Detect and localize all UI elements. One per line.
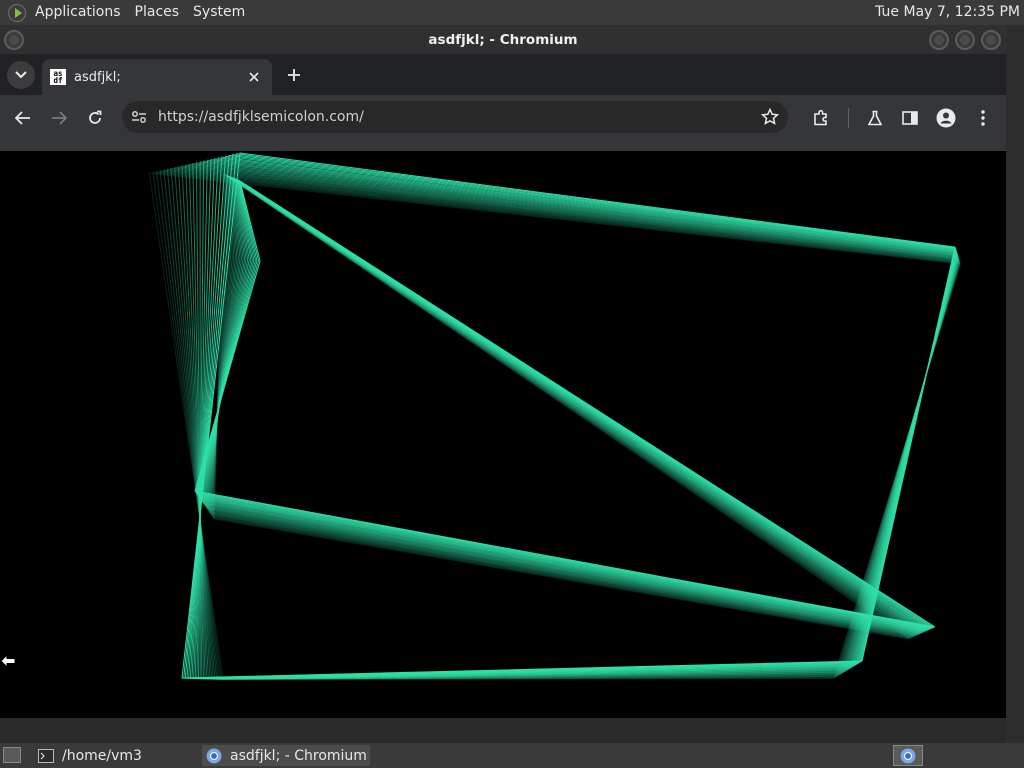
close-icon — [249, 72, 259, 82]
line-art-trail — [184, 154, 957, 679]
flask-icon — [867, 110, 883, 126]
toolbar-separator — [848, 108, 849, 128]
gnome-foot-icon[interactable] — [8, 3, 26, 22]
menu-places[interactable]: Places — [128, 0, 187, 25]
tab-title: asdfjkl; — [74, 69, 121, 85]
terminal-icon — [38, 748, 54, 763]
line-art-canvas[interactable] — [0, 151, 1006, 718]
side-panel-icon — [902, 111, 918, 125]
line-art-trail — [186, 154, 957, 679]
minimize-button[interactable] — [929, 30, 949, 50]
chrome-menu-button[interactable] — [971, 106, 995, 130]
line-art-trail — [183, 153, 956, 679]
chrome-labs-button[interactable] — [863, 106, 887, 130]
maximize-button[interactable] — [955, 30, 975, 50]
window-menu-button[interactable] — [4, 30, 24, 50]
taskbar-item-chromium[interactable]: asdfjkl; - Chromium — [202, 745, 370, 766]
taskbar-item-label: asdfjkl; - Chromium — [230, 747, 367, 764]
menu-system[interactable]: System — [186, 0, 252, 25]
extensions-button[interactable] — [809, 106, 833, 130]
browser-toolbar: https://asdfjklsemicolon.com/ — [0, 95, 1006, 141]
chromium-icon — [900, 748, 916, 763]
arrow-right-icon — [52, 111, 67, 125]
chromium-icon — [206, 748, 222, 763]
plus-icon — [288, 69, 300, 81]
new-tab-button[interactable] — [282, 63, 306, 87]
url-text[interactable]: https://asdfjklsemicolon.com/ — [158, 109, 364, 125]
show-desktop-icon[interactable] — [3, 747, 21, 763]
close-window-button[interactable] — [981, 30, 1001, 50]
clock[interactable]: Tue May 7, 12:35 PM — [875, 0, 1020, 25]
side-panel-button[interactable] — [898, 106, 922, 130]
taskbar-item-terminal[interactable]: /home/vm3 — [38, 745, 198, 766]
forward-button[interactable] — [47, 106, 71, 130]
bookmark-star-icon[interactable] — [761, 108, 779, 126]
arrow-left-icon — [15, 111, 30, 125]
tab-asdfjkl[interactable]: as df asdfjkl; — [42, 59, 272, 95]
window-titlebar[interactable]: asdfjkl; - Chromium — [0, 25, 1006, 55]
avatar-icon — [936, 108, 956, 128]
line-art-trail — [181, 152, 956, 679]
tab-close-button[interactable] — [244, 67, 264, 87]
tab-strip: as df asdfjkl; — [0, 55, 1006, 95]
line-art-trail — [188, 155, 957, 679]
reload-button[interactable] — [83, 106, 107, 130]
site-favicon-icon: as df — [50, 69, 66, 85]
page-content[interactable] — [0, 151, 1006, 718]
reload-icon — [89, 110, 102, 124]
mouse-cursor-arrow-icon — [0, 653, 16, 670]
window-title: asdfjkl; - Chromium — [428, 31, 578, 48]
tab-search-button[interactable] — [7, 61, 35, 89]
kebab-menu-icon — [981, 110, 985, 126]
top-panel: Applications Places System Tue May 7, 12… — [0, 0, 1024, 25]
tray-chromium-icon[interactable] — [893, 745, 923, 766]
menu-applications[interactable]: Applications — [28, 0, 128, 25]
profile-button[interactable] — [934, 106, 958, 130]
back-button[interactable] — [11, 106, 35, 130]
bottom-panel: /home/vm3 asdfjkl; - Chromium — [0, 743, 1024, 768]
address-bar[interactable]: https://asdfjklsemicolon.com/ — [122, 101, 788, 133]
taskbar-item-label: /home/vm3 — [62, 747, 142, 764]
chevron-down-icon — [15, 71, 27, 79]
puzzle-icon — [814, 109, 827, 126]
site-settings-icon[interactable] — [131, 110, 147, 124]
